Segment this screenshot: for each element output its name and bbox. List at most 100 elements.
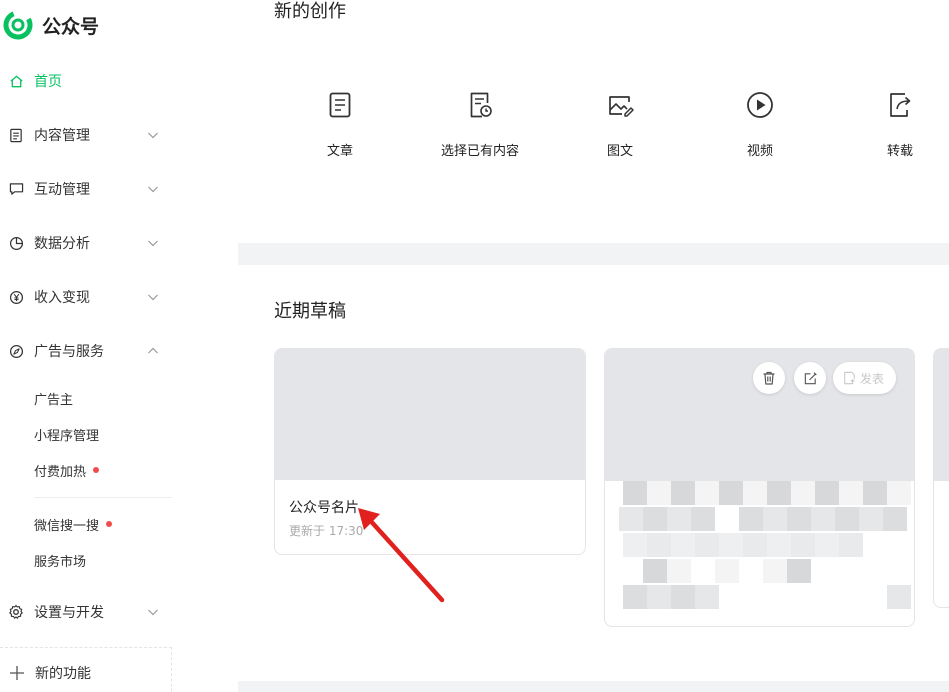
blur-block: [815, 481, 839, 505]
drafts-section-title: 近期草稿: [274, 301, 346, 322]
blur-block: [643, 507, 667, 531]
blur-block: [695, 481, 719, 505]
pie-chart-icon: [8, 235, 24, 251]
gear-icon: [8, 604, 24, 620]
blur-block: [791, 481, 815, 505]
delete-draft-button[interactable]: [753, 362, 785, 394]
sidebar-subitem-wechat-search[interactable]: 微信搜一搜: [34, 512, 113, 536]
blur-block: [695, 585, 719, 609]
create-item-label: 转载: [886, 144, 913, 159]
edit-icon: [804, 371, 817, 384]
blur-block: [743, 481, 767, 505]
chat-bubble-icon: [8, 181, 24, 197]
blur-block: [667, 507, 691, 531]
blur-block: [815, 533, 839, 557]
blur-block: [835, 507, 859, 531]
article-icon: [329, 92, 351, 118]
blur-block: [839, 533, 863, 557]
create-item-label: 视频: [746, 144, 773, 159]
new-feature-button[interactable]: 新的功能: [0, 647, 172, 692]
sidebar-subitem-miniprogram[interactable]: 小程序管理: [34, 422, 99, 446]
draft-title: 公众号名片: [289, 500, 359, 516]
create-repost-button[interactable]: 转载: [850, 90, 949, 159]
create-panel: 新的创作 文章 选择已有内容 图文 视频 转载: [238, 0, 949, 243]
sidebar-item-settings[interactable]: 设置与开发: [0, 597, 172, 627]
chevron-up-icon: [148, 347, 158, 354]
sidebar-item-label: 收入变现: [34, 290, 90, 306]
drafts-panel: 近期草稿 公众号名片 更新于 17:30 发表: [238, 265, 949, 681]
compass-icon: [8, 343, 24, 359]
blur-block: [667, 559, 691, 583]
blur-block: [647, 481, 671, 505]
logo[interactable]: 公众号: [3, 10, 99, 40]
create-item-label: 图文: [606, 144, 633, 159]
sidebar-item-label: 广告与服务: [34, 344, 104, 360]
blur-block: [883, 507, 907, 531]
sidebar-subitem-label: 微信搜一搜: [34, 518, 100, 534]
blur-block: [739, 507, 763, 531]
blur-block: [715, 559, 739, 583]
draft-card-partial[interactable]: [933, 348, 949, 608]
image-text-icon: [609, 96, 634, 117]
plus-icon: [10, 665, 24, 680]
draft-thumbnail: [275, 349, 585, 480]
blur-block: [695, 533, 719, 557]
create-image-text-button[interactable]: 图文: [570, 90, 670, 159]
blur-block: [787, 507, 811, 531]
sidebar-subitem-paid-boost[interactable]: 付费加热: [34, 458, 100, 482]
notification-dot: [93, 467, 100, 473]
sidebar-subitem-advertiser[interactable]: 广告主: [34, 386, 73, 410]
sidebar-item-analytics[interactable]: 数据分析: [0, 228, 172, 258]
blurred-draft-content: [609, 481, 911, 621]
sidebar: 公众号 首页 内容管理 互动管理 数据分析 收入变现 广告与服务 广告主 小程序…: [0, 0, 238, 692]
sidebar-item-content[interactable]: 内容管理: [0, 120, 172, 150]
blur-block: [647, 533, 671, 557]
blur-block: [787, 559, 811, 583]
sidebar-item-label: 数据分析: [34, 236, 90, 252]
document-icon: [8, 127, 24, 143]
sidebar-item-label: 互动管理: [34, 182, 90, 198]
blur-block: [719, 533, 743, 557]
blur-block: [863, 481, 887, 505]
create-section-title: 新的创作: [274, 1, 346, 22]
draft-card-hover[interactable]: 发表: [604, 348, 915, 627]
blur-block: [767, 481, 791, 505]
chevron-down-icon: [148, 132, 158, 139]
sidebar-item-interaction[interactable]: 互动管理: [0, 174, 172, 204]
chevron-down-icon: [148, 186, 158, 193]
sidebar-divider: [34, 497, 172, 498]
create-item-label: 文章: [326, 144, 353, 159]
blur-block: [619, 507, 643, 531]
publish-draft-button[interactable]: 发表: [833, 362, 897, 394]
sidebar-item-label: 设置与开发: [34, 605, 104, 621]
blur-block: [839, 481, 863, 505]
create-video-button[interactable]: 视频: [710, 90, 810, 159]
draft-card[interactable]: 公众号名片 更新于 17:30: [274, 348, 586, 555]
sidebar-subitem-label: 小程序管理: [34, 428, 100, 444]
sidebar-subitem-label: 广告主: [34, 392, 74, 408]
chevron-down-icon: [148, 294, 158, 301]
sidebar-item-ads-services[interactable]: 广告与服务: [0, 336, 172, 366]
create-article-button[interactable]: 文章: [290, 90, 390, 159]
blur-block: [647, 585, 671, 609]
sidebar-item-label: 首页: [34, 74, 62, 90]
sidebar-item-label: 内容管理: [34, 128, 90, 144]
sidebar-item-monetization[interactable]: 收入变现: [0, 282, 172, 312]
edit-draft-button[interactable]: [794, 362, 826, 394]
chevron-down-icon: [148, 240, 158, 247]
video-play-icon: [747, 92, 773, 118]
publish-label: 发表: [860, 371, 885, 386]
blur-block: [767, 533, 791, 557]
sidebar-subitem-service-market[interactable]: 服务市场: [34, 548, 86, 572]
create-existing-content-button[interactable]: 选择已有内容: [430, 90, 530, 159]
sidebar-subitem-label: 付费加热: [34, 464, 87, 480]
existing-content-icon: [470, 92, 492, 118]
blur-block: [671, 481, 695, 505]
blur-block: [623, 481, 647, 505]
blur-block: [743, 533, 767, 557]
new-feature-label: 新的功能: [35, 665, 91, 682]
repost-icon: [890, 93, 911, 117]
draft-updated-time: 更新于 17:30: [289, 524, 364, 538]
sidebar-item-home[interactable]: 首页: [0, 66, 172, 96]
wechat-official-account-logo-icon: [3, 10, 33, 40]
